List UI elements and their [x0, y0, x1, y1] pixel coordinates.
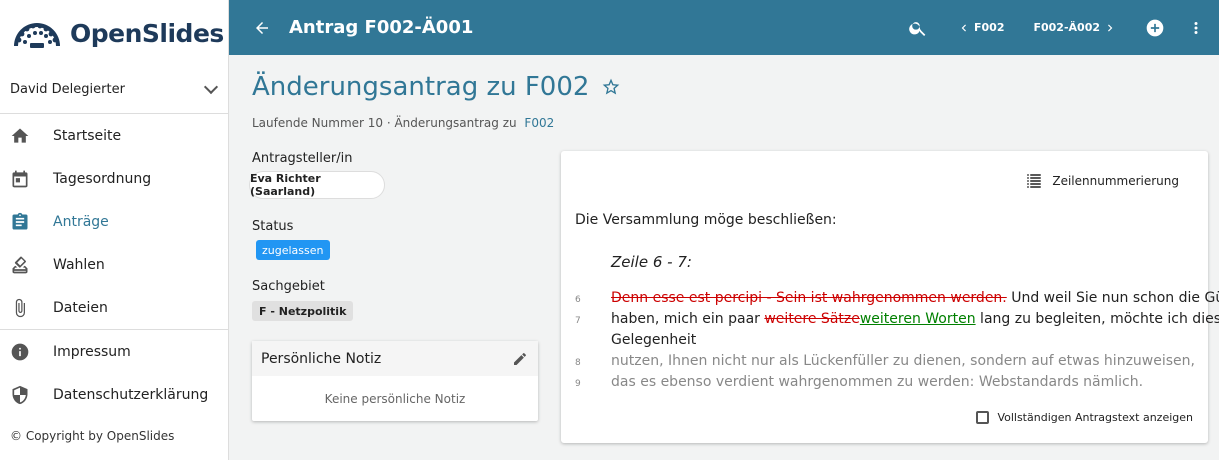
line-text: das es ebenso verdient wahrgenommen zu w…: [611, 374, 1144, 390]
nav-label: Wahlen: [53, 256, 105, 273]
nav-label: Anträge: [53, 213, 109, 230]
status-badge[interactable]: zugelassen: [256, 240, 330, 260]
subline-text: Laufende Nummer 10 · Änderungsantrag zu: [252, 116, 517, 130]
category-label: Sachgebiet: [252, 279, 325, 294]
unchanged-text: Und weil Sie nun schon die Güte: [1006, 290, 1219, 306]
chevron-left-icon: [961, 24, 966, 31]
parent-motion-link[interactable]: F002: [524, 116, 554, 130]
shield-icon: [10, 385, 30, 405]
add-circle-icon[interactable]: [1145, 18, 1165, 38]
motion-subline: Laufende Nummer 10 · Änderungsantrag zu …: [252, 116, 554, 130]
logo[interactable]: OpenSlides: [0, 0, 228, 66]
sidebar: OpenSlides David Delegierter Startseite …: [0, 0, 229, 460]
nav-item-datenschutz[interactable]: Datenschutzerklärung: [0, 373, 228, 416]
nav-item-dateien[interactable]: Dateien: [0, 286, 228, 329]
checkbox[interactable]: [976, 411, 990, 424]
inserted-text: weiteren Worten: [859, 311, 976, 327]
category-badge[interactable]: F - Netzpolitik: [252, 301, 354, 321]
list-numbered-icon: [1025, 172, 1043, 190]
line-text: Denn esse est percipi - Sein ist wahrgen…: [611, 288, 1219, 309]
paperclip-icon: [10, 298, 30, 318]
clipboard-icon: [10, 212, 30, 232]
line-number: 6: [575, 295, 581, 305]
next-motion-label: F002-Ä002: [1033, 21, 1100, 34]
openslides-logo-icon: [14, 23, 60, 48]
nav-label: Dateien: [53, 299, 108, 316]
more-vert-icon[interactable]: [1187, 19, 1205, 37]
nav-item-impressum[interactable]: Impressum: [0, 330, 228, 373]
line-text: Gelegenheit: [611, 332, 697, 348]
line-number: 9: [575, 379, 581, 389]
search-icon[interactable]: [908, 18, 928, 38]
personal-note-title: Persönliche Notiz: [261, 350, 382, 367]
home-icon: [10, 126, 30, 146]
unchanged-text: haben, mich ein paar: [611, 311, 765, 327]
line-numbering-label: Zeilennummerierung: [1052, 174, 1179, 188]
edit-pencil-icon[interactable]: [512, 351, 528, 367]
deleted-text: Denn esse est percipi - Sein ist wahrgen…: [611, 290, 1007, 306]
line-text: nutzen, Ihnen nicht nur als Lückenfüller…: [611, 353, 1195, 369]
line-range-label: Zeile 6 - 7:: [611, 253, 692, 271]
copyright[interactable]: © Copyright by OpenSlides: [10, 429, 174, 443]
personal-note-card: Persönliche Notiz Keine persönliche Noti…: [252, 341, 538, 421]
page-title: Änderungsantrag zu F002: [252, 72, 621, 102]
motion-text-card: Zeilennummerierung Die Versammlung möge …: [561, 151, 1219, 443]
ballot-icon: [10, 255, 30, 275]
line-number: 8: [575, 358, 581, 368]
nav-item-startseite[interactable]: Startseite: [0, 114, 228, 157]
nav-label: Datenschutzerklärung: [53, 386, 209, 403]
show-full-text-label: Vollständigen Antragstext anzeigen: [997, 411, 1193, 424]
nav-label: Impressum: [53, 343, 131, 360]
topbar-actions: F002 F002-Ä002: [908, 0, 1219, 55]
nav-item-wahlen[interactable]: Wahlen: [0, 243, 228, 286]
back-arrow-icon[interactable]: [251, 17, 273, 39]
info-icon: [10, 342, 30, 362]
chevron-down-icon: [203, 79, 219, 94]
deleted-text: weitere Sätze: [764, 311, 860, 327]
user-menu[interactable]: David Delegierter: [0, 66, 228, 114]
calendar-icon: [10, 169, 30, 189]
personal-note-header: Persönliche Notiz: [252, 341, 538, 376]
nav-item-antraege[interactable]: Anträge: [0, 200, 228, 243]
topbar: Antrag F002-Ä001 F002 F002-Ä002: [229, 0, 1219, 55]
chevron-right-icon: [1108, 24, 1113, 31]
show-full-text-toggle[interactable]: Vollständigen Antragstext anzeigen: [976, 411, 1193, 424]
star-icon[interactable]: [601, 77, 621, 97]
topbar-title: Antrag F002-Ä001: [289, 17, 474, 38]
line-number: 7: [575, 316, 581, 326]
unchanged-text: lang zu begleiten, möchte ich diese: [975, 311, 1219, 327]
nav-item-tagesordnung[interactable]: Tagesordnung: [0, 157, 228, 200]
personal-note-empty: Keine persönliche Notiz: [324, 391, 466, 406]
app-name: OpenSlides: [70, 18, 224, 48]
next-motion-button[interactable]: F002-Ä002: [1033, 21, 1117, 35]
prev-motion-label: F002: [974, 21, 1005, 34]
prev-motion-button[interactable]: F002: [957, 21, 1004, 35]
motion-intro: Die Versammlung möge beschließen:: [575, 212, 837, 228]
page-title-text: Änderungsantrag zu F002: [252, 72, 590, 102]
nav-label: Startseite: [53, 127, 122, 144]
user-name: David Delegierter: [10, 82, 125, 97]
line-text: haben, mich ein paar weitere Sätzeweiter…: [611, 309, 1219, 330]
line-numbering-button[interactable]: Zeilennummerierung: [1025, 172, 1179, 190]
submitter-label: Antragsteller/in: [252, 151, 353, 166]
main-nav: Startseite Tagesordnung Anträge Wahlen D…: [0, 114, 228, 416]
status-label: Status: [252, 219, 294, 234]
submitter-chip[interactable]: Eva Richter (Saarland): [249, 171, 385, 199]
nav-label: Tagesordnung: [53, 170, 152, 187]
